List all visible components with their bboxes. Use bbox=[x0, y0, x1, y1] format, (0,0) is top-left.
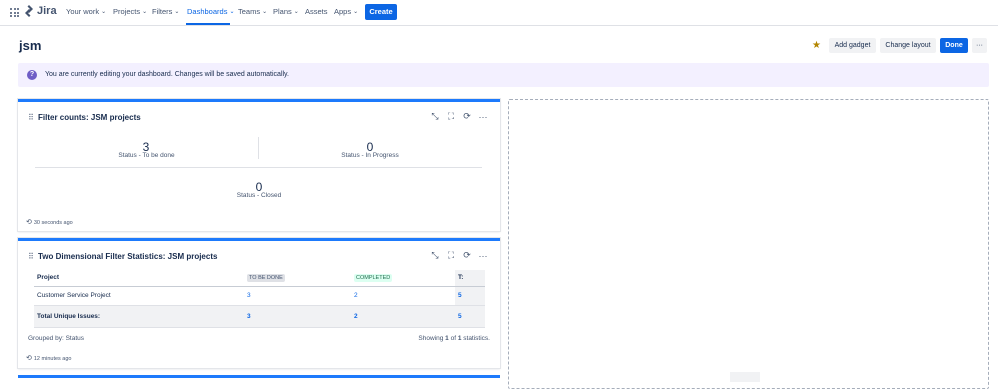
filter-counts-gadget: ⠿ Filter counts: JSM projects ⤡ ⛶ ⟳ ··· … bbox=[18, 99, 500, 231]
nav-apps-label: Apps bbox=[334, 7, 352, 16]
total-cell[interactable]: 5 bbox=[455, 286, 485, 306]
total-row: Total Unique Issues: 3 2 5 bbox=[34, 305, 485, 328]
drop-zone-placeholder bbox=[730, 372, 760, 382]
maximize-icon[interactable]: ⛶ bbox=[446, 250, 456, 261]
showing-count: 1 bbox=[445, 335, 449, 342]
divider bbox=[35, 167, 482, 168]
showing-total: 1 bbox=[457, 335, 462, 342]
more-icon[interactable]: ··· bbox=[478, 251, 488, 261]
refreshed-text: 12 minutes ago bbox=[33, 356, 72, 362]
editing-banner: ? You are currently editing your dashboa… bbox=[18, 63, 989, 87]
showing-text: Showing 1 of 1 statistics. bbox=[418, 335, 490, 342]
nav-projects[interactable]: Projects ⌄ bbox=[113, 7, 147, 16]
nav-filters-label: Filters bbox=[152, 7, 173, 16]
top-navigation: Jira Your work ⌄ Projects ⌄ Filters ⌄ Dashb… bbox=[0, 0, 998, 26]
showing-prefix: Showing bbox=[418, 335, 444, 342]
gadget-actions: ⤡ ⛶ ⟳ ··· bbox=[430, 111, 488, 122]
star-icon[interactable]: ★ bbox=[812, 40, 821, 51]
nav-filters[interactable]: Filters ⌄ bbox=[152, 7, 179, 16]
stat-label[interactable]: Status - Closed bbox=[218, 192, 300, 199]
next-gadget bbox=[18, 375, 500, 385]
refresh-icon: ⟲ bbox=[26, 355, 32, 362]
refresh-icon[interactable]: ⟳ bbox=[462, 250, 472, 261]
drag-handle-icon[interactable]: ⠿ bbox=[28, 113, 34, 122]
nav-dashboards-label: Dashboards bbox=[187, 7, 228, 16]
nav-assets-label: Assets bbox=[305, 7, 328, 16]
grouped-by-text: Grouped by: Status bbox=[28, 335, 85, 342]
count-cell[interactable]: 3 bbox=[244, 305, 351, 328]
nav-projects-label: Projects bbox=[113, 7, 141, 16]
banner-text: You are currently editing your dashboard… bbox=[45, 71, 289, 78]
nav-dashboards[interactable]: Dashboards ⌄ bbox=[187, 7, 234, 16]
minimize-icon[interactable]: ⤡ bbox=[430, 111, 440, 122]
nav-apps[interactable]: Apps ⌄ bbox=[334, 7, 358, 16]
done-button[interactable]: Done bbox=[940, 38, 968, 53]
table-row: Customer Service Project 3 2 5 bbox=[34, 286, 485, 306]
nav-plans-label: Plans bbox=[273, 7, 292, 16]
stat-label[interactable]: Status - In Progress bbox=[320, 152, 420, 159]
two-dimensional-stats-gadget: ⠿ Two Dimensional Filter Statistics: JSM… bbox=[18, 238, 500, 368]
maximize-icon[interactable]: ⛶ bbox=[446, 111, 456, 122]
gadget-drop-zone[interactable] bbox=[508, 99, 989, 389]
jira-logo[interactable]: Jira bbox=[24, 5, 57, 17]
stats-table: Project TO BE DONE COMPLETED T: Customer… bbox=[34, 270, 485, 328]
status-lozenge: COMPLETED bbox=[354, 273, 393, 282]
change-layout-button[interactable]: Change layout bbox=[880, 38, 936, 53]
count-cell[interactable]: 3 bbox=[244, 286, 351, 306]
nav-your-work[interactable]: Your work ⌄ bbox=[66, 7, 106, 16]
nav-assets[interactable]: Assets bbox=[305, 7, 328, 16]
status-lozenge: TO BE DONE bbox=[247, 273, 285, 282]
more-actions-button[interactable]: ··· bbox=[972, 38, 987, 53]
question-icon: ? bbox=[27, 70, 37, 80]
chevron-down-icon: ⌄ bbox=[174, 9, 180, 15]
showing-of: of bbox=[450, 335, 457, 342]
chevron-down-icon: ⌄ bbox=[262, 9, 268, 15]
stat-label[interactable]: Status - To be done bbox=[98, 152, 195, 159]
nav-teams[interactable]: Teams ⌄ bbox=[238, 7, 267, 16]
chevron-down-icon: ⌄ bbox=[142, 9, 148, 15]
add-gadget-button[interactable]: Add gadget bbox=[829, 38, 876, 53]
refreshed-text: 30 seconds ago bbox=[33, 220, 73, 226]
chevron-down-icon: ⌄ bbox=[101, 9, 107, 15]
more-icon[interactable]: ··· bbox=[478, 112, 488, 122]
minimize-icon[interactable]: ⤡ bbox=[430, 250, 440, 261]
chevron-down-icon: ⌄ bbox=[353, 9, 359, 15]
chevron-down-icon: ⌄ bbox=[293, 9, 299, 15]
jira-logo-icon bbox=[25, 5, 33, 17]
table-header-row: Project TO BE DONE COMPLETED T: bbox=[34, 270, 485, 287]
gadget-title: Filter counts: JSM projects bbox=[38, 113, 141, 122]
refresh-icon[interactable]: ⟳ bbox=[462, 111, 472, 122]
app-switcher-icon[interactable] bbox=[10, 8, 19, 17]
total-label: Total Unique Issues: bbox=[34, 305, 244, 328]
count-cell[interactable]: 2 bbox=[351, 286, 455, 306]
active-nav-indicator bbox=[186, 23, 230, 25]
divider bbox=[258, 137, 259, 159]
create-button[interactable]: Create bbox=[365, 4, 397, 20]
count-cell[interactable]: 2 bbox=[351, 305, 455, 328]
chevron-down-icon: ⌄ bbox=[229, 9, 235, 15]
jira-logo-text: Jira bbox=[37, 5, 57, 17]
column-header: TO BE DONE bbox=[244, 270, 351, 287]
drag-handle-icon[interactable]: ⠿ bbox=[28, 252, 34, 261]
project-cell[interactable]: Customer Service Project bbox=[34, 286, 244, 306]
nav-plans[interactable]: Plans ⌄ bbox=[273, 7, 299, 16]
showing-suffix: statistics. bbox=[463, 335, 490, 342]
column-header: T: bbox=[455, 270, 485, 287]
gadget-title: Two Dimensional Filter Statistics: JSM p… bbox=[38, 252, 218, 261]
column-header: COMPLETED bbox=[351, 270, 455, 287]
last-refreshed: ⟲ 12 minutes ago bbox=[26, 354, 71, 362]
nav-your-work-label: Your work bbox=[66, 7, 100, 16]
page-title: jsm bbox=[19, 38, 42, 53]
nav-teams-label: Teams bbox=[238, 7, 261, 16]
refresh-icon: ⟲ bbox=[26, 219, 32, 226]
gadget-actions: ⤡ ⛶ ⟳ ··· bbox=[430, 250, 488, 261]
last-refreshed: ⟲ 30 seconds ago bbox=[26, 218, 73, 226]
total-cell[interactable]: 5 bbox=[455, 305, 485, 328]
column-header: Project bbox=[34, 270, 244, 287]
